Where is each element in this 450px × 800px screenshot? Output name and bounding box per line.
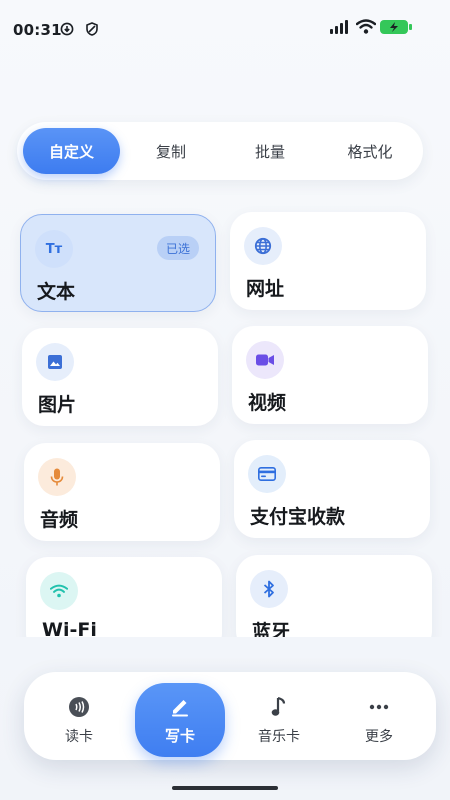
card-audio[interactable]: 音频: [24, 443, 220, 541]
nfc-read-icon: [68, 696, 90, 718]
text-format-icon-glyph: Tт: [45, 241, 63, 257]
nav-music-card[interactable]: 音乐卡: [234, 672, 324, 760]
globe-icon: [244, 227, 282, 265]
card-alipay[interactable]: 支付宝收款: [234, 440, 430, 538]
card-wifi[interactable]: Wi-Fi: [26, 557, 222, 637]
more-dots-icon: [368, 696, 390, 718]
card-bluetooth[interactable]: 蓝牙: [236, 555, 432, 637]
wifi-icon: [40, 572, 78, 610]
wifi-status-icon: [356, 19, 376, 34]
status-bar: 00:31: [0, 0, 450, 56]
cellular-signal-icon: [330, 20, 348, 34]
tab-copy[interactable]: 复制: [125, 128, 217, 174]
battery-icon: [380, 20, 412, 34]
payment-card-icon: [248, 455, 286, 493]
video-camera-icon: [246, 341, 284, 379]
card-label: 视频: [248, 392, 287, 414]
card-label: 文本: [37, 281, 76, 303]
shield-status-icon: [86, 22, 98, 36]
card-label: 蓝牙: [252, 621, 291, 637]
home-indicator[interactable]: [172, 786, 278, 790]
card-url[interactable]: 网址: [230, 212, 426, 310]
selected-badge: 已选: [156, 236, 199, 260]
image-icon: [36, 343, 74, 381]
pen-write-icon: [169, 695, 191, 717]
card-label: 支付宝收款: [250, 506, 346, 528]
nav-label: 读卡: [65, 729, 93, 745]
card-type-grid: Tт 已选 文本 网址 图片 视频 音频 支付宝收款 Wi-Fi 蓝牙: [0, 200, 450, 637]
nav-label: 更多: [365, 729, 393, 745]
card-label: 网址: [246, 278, 285, 300]
card-video[interactable]: 视频: [232, 326, 428, 424]
music-note-icon: [268, 696, 290, 718]
tab-format[interactable]: 格式化: [322, 128, 418, 174]
card-label: Wi-Fi: [42, 619, 97, 637]
status-time: 00:31: [13, 21, 62, 39]
nav-more[interactable]: 更多: [334, 672, 424, 760]
nav-read-card[interactable]: 读卡: [34, 672, 124, 760]
card-label: 音频: [40, 509, 79, 531]
bottom-nav: 读卡 写卡 音乐卡 更多: [24, 672, 436, 760]
tab-batch[interactable]: 批量: [224, 128, 316, 174]
card-label: 图片: [38, 394, 77, 416]
mode-tabs: 自定义 复制 批量 格式化: [17, 122, 423, 180]
nav-label: 音乐卡: [258, 729, 300, 745]
card-text[interactable]: Tт 已选 文本: [20, 214, 216, 312]
text-format-icon: Tт: [35, 230, 73, 268]
nav-label: 写卡: [164, 727, 195, 745]
download-status-icon: [60, 22, 74, 36]
microphone-icon: [38, 458, 76, 496]
bluetooth-icon: [250, 570, 288, 608]
card-image[interactable]: 图片: [22, 328, 218, 426]
nav-write-card[interactable]: 写卡: [135, 683, 225, 757]
tab-custom[interactable]: 自定义: [23, 128, 120, 174]
